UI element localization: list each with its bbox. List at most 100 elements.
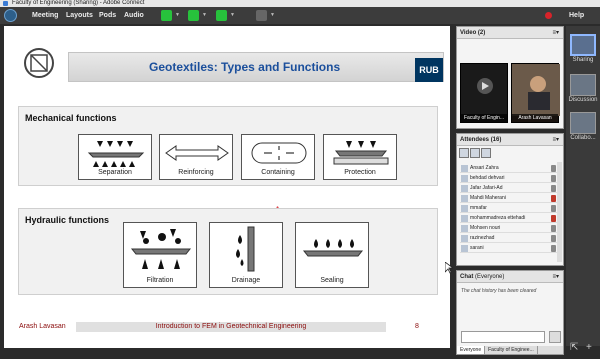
layouts-sidebar: Sharing Discussion Collabo... [566,26,600,346]
chevron-down-icon[interactable]: ▼ [202,12,207,18]
send-message-icon[interactable] [549,331,561,343]
pod-menu-icon[interactable]: ≡▾ [552,134,559,146]
avatar [461,215,468,222]
video-pod-title: Video [460,30,477,36]
avatar [461,225,468,232]
sidebar-controls: ⇱ + [566,340,600,359]
attendees-scrollbar[interactable] [557,162,562,262]
drainage-diagram: Drainage [209,222,283,288]
mechanical-functions-panel: Mechanical functions Separation Reinforc… [18,106,438,214]
collapse-icon[interactable]: ⇱ [570,342,578,353]
faculty-logo-icon [24,48,54,78]
pod-menu-icon[interactable]: ≡▾ [552,27,559,39]
avatar [461,235,468,242]
attendee-row[interactable]: Mahdi Maherani [460,194,558,203]
attendee-row[interactable]: Ansari Zahra [460,164,558,173]
window-titlebar: Faculty of Engineering (Sharing) - Adobe… [0,0,600,7]
layout-thumbnail [570,74,596,96]
chevron-down-icon[interactable]: ▼ [270,12,275,18]
menu-pods[interactable]: Pods [99,7,116,24]
attendees-toolbar [459,148,563,159]
video-pod: Video (2) ≡▾ Faculty of Engin... Arash L… [456,26,564,129]
attendee-row[interactable]: behdad dehvari [460,174,558,183]
attendee-row[interactable]: razinezhad [460,234,558,243]
status-icon [551,215,556,222]
video-pod-header: Video (2) ≡▾ [457,27,563,39]
chat-title: Chat [460,274,474,280]
attendees-count: (16) [490,137,502,143]
slide-footer: Arash Lavasan Introduction to FEM in Geo… [4,320,450,334]
chevron-down-icon[interactable]: ▼ [230,12,235,18]
slide-header: Geotextiles: Types and Functions RUB [4,26,450,89]
protection-icon [333,141,389,165]
reinforcing-icon [165,145,229,161]
layout-thumbnail [570,34,596,56]
attendees-title: Attendees [460,137,490,143]
attendee-row[interactable]: Jafar Jafari-Ad [460,184,558,193]
hydraulic-functions-panel: Hydraulic functions Filtration Drainage … [18,208,438,295]
record-icon[interactable] [545,12,552,19]
speaker-icon[interactable] [161,10,172,21]
reinforcing-diagram: Reinforcing [159,134,233,180]
chevron-down-icon[interactable]: ▼ [175,12,180,18]
grid-view-icon[interactable] [470,148,480,158]
separation-diagram: Separation [78,134,152,180]
sort-icon[interactable] [481,148,491,158]
attendee-row[interactable]: mohammadreza ettehadi [460,214,558,223]
share-pod: Geotextiles: Types and Functions RUB Mec… [4,26,453,348]
video-tile-name: Arash Lavasan [512,114,558,122]
attendee-row[interactable]: mmafar [460,204,558,213]
function-label: Protection [344,169,376,176]
window-title: Faculty of Engineering (Sharing) - Adobe… [12,0,145,6]
attendee-row[interactable]: Mohsen nouri [460,224,558,233]
attendee-row[interactable]: sarani [460,244,558,253]
chat-tab-faculty[interactable]: Faculty of Enginee... [485,346,538,354]
menu-help[interactable]: Help [569,7,584,24]
avatar [461,165,468,172]
menu-audio[interactable]: Audio [124,7,144,24]
app-icon [3,1,8,6]
footer-course: Introduction to FEM in Geotechnical Engi… [76,322,386,332]
status-icon [551,225,556,232]
list-view-icon[interactable] [459,148,469,158]
function-label: Drainage [231,277,261,284]
chat-history-notice: The chat history has been cleared [461,288,537,294]
raise-hand-icon[interactable] [256,10,267,21]
add-icon[interactable]: + [586,342,592,353]
layout-sharing[interactable]: Sharing [568,34,598,63]
layout-discussion[interactable]: Discussion [568,74,598,103]
status-icon [551,195,556,202]
layout-collaboration[interactable]: Collabo... [568,112,598,141]
function-label: Reinforcing [178,169,214,176]
footer-page-number: 8 [415,323,419,330]
containing-diagram: Containing [241,134,315,180]
microphone-icon[interactable] [188,10,199,21]
chat-scope: (Everyone) [475,274,505,280]
avatar [461,205,468,212]
status-icon [551,235,556,242]
menu-meeting[interactable]: Meeting [32,7,58,24]
function-label: Separation [98,169,132,176]
status-icon [551,165,556,172]
adobe-connect-logo-icon [4,9,17,22]
video-count: (2) [477,30,486,36]
sealing-icon [302,239,364,257]
panel-title: Hydraulic functions [25,215,110,225]
function-label: Sealing [320,277,344,284]
footer-author: Arash Lavasan [19,323,66,330]
video-tile[interactable]: Arash Lavasan [511,63,560,123]
function-label: Filtration [146,277,174,284]
chat-input[interactable] [461,331,545,343]
rub-logo: RUB [415,58,443,82]
menu-layouts[interactable]: Layouts [66,7,93,24]
video-tile[interactable]: Faculty of Engin... [460,63,508,123]
slide-title: Geotextiles: Types and Functions [68,52,444,82]
chat-pod: Chat (Everyone) ≡▾ The chat history has … [456,270,564,355]
pod-menu-icon[interactable]: ≡▾ [552,271,559,283]
avatar [461,245,468,252]
layout-thumbnail [570,112,596,134]
separation-icon [87,141,145,167]
webcam-icon[interactable] [216,10,227,21]
panel-title: Mechanical functions [25,113,117,123]
chat-tab-everyone[interactable]: Everyone [457,346,486,354]
